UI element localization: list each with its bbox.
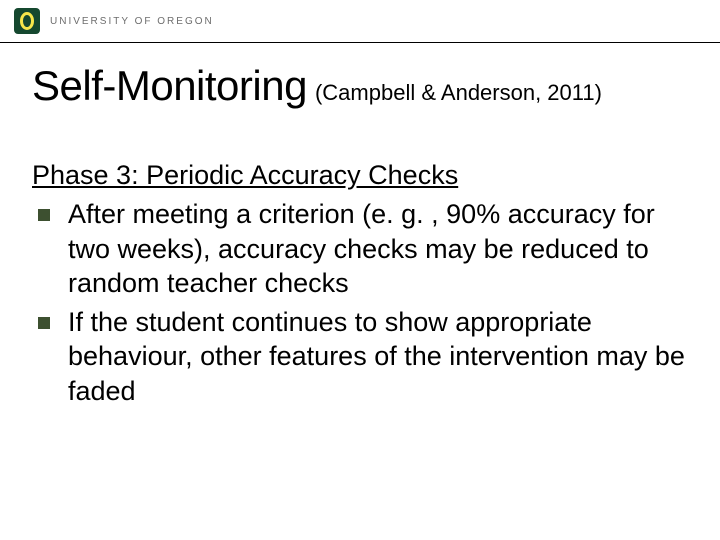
bullet-text: After meeting a criterion (e. g. , 90% a… xyxy=(68,199,655,298)
title-citation: (Campbell & Anderson, 2011) xyxy=(315,80,602,106)
title-main-text: Self-Monitoring xyxy=(32,62,307,110)
square-bullet-icon xyxy=(38,317,50,329)
header-divider xyxy=(0,42,720,43)
bullet-text: If the student continues to show appropr… xyxy=(68,307,685,406)
square-bullet-icon xyxy=(38,209,50,221)
slide-title: Self-Monitoring (Campbell & Anderson, 20… xyxy=(32,62,602,110)
slide-body: Phase 3: Periodic Accuracy Checks After … xyxy=(32,160,688,412)
list-item: If the student continues to show appropr… xyxy=(38,305,688,409)
bullet-list: After meeting a criterion (e. g. , 90% a… xyxy=(32,197,688,408)
institution-name: UNIVERSITY OF OREGON xyxy=(50,16,214,27)
subheading: Phase 3: Periodic Accuracy Checks xyxy=(32,160,688,191)
oregon-logo-icon xyxy=(14,8,40,34)
oregon-o-shape xyxy=(20,12,34,30)
list-item: After meeting a criterion (e. g. , 90% a… xyxy=(38,197,688,301)
header-bar: UNIVERSITY OF OREGON xyxy=(0,0,720,42)
